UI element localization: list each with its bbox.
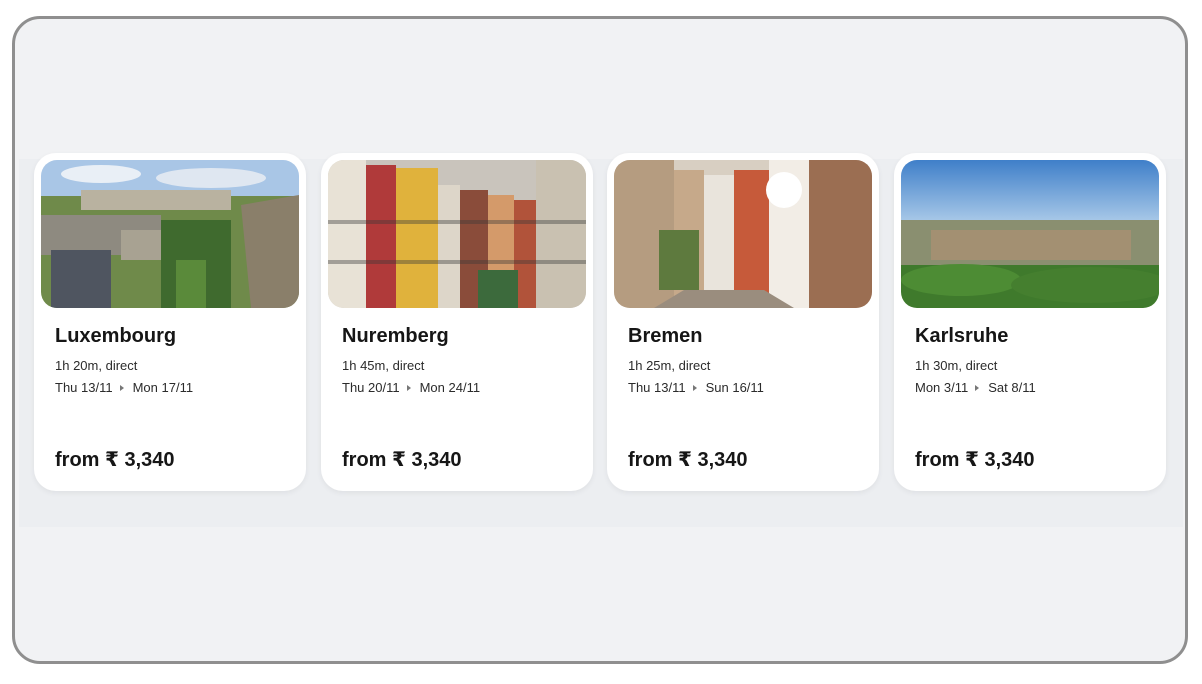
destination-photo	[328, 160, 586, 308]
arrow-right-icon	[975, 384, 980, 391]
price: from ₹ 3,340	[55, 449, 175, 471]
travel-dates: Thu 13/11 Mon 17/11	[55, 380, 193, 395]
price: from ₹ 3,340	[342, 449, 462, 471]
depart-date: Mon 3/11	[915, 380, 969, 395]
depart-date: Thu 20/11	[342, 380, 400, 395]
destination-city: Karlsruhe	[915, 325, 1009, 347]
arrow-right-icon	[692, 384, 697, 391]
destination-city: Bremen	[628, 325, 703, 347]
destination-city: Nuremberg	[342, 325, 449, 347]
destination-card-luxembourg[interactable]: Luxembourg 1h 20m, direct Thu 13/11 Mon …	[34, 153, 306, 491]
destination-card-karlsruhe[interactable]: Karlsruhe 1h 30m, direct Mon 3/11 Sat 8/…	[894, 153, 1166, 491]
return-date: Sat 8/11	[988, 380, 1036, 395]
travel-dates: Thu 13/11 Sun 16/11	[628, 380, 764, 395]
travel-dates: Thu 20/11 Mon 24/11	[342, 380, 480, 395]
flight-duration: 1h 25m, direct	[628, 358, 711, 373]
arrow-right-icon	[406, 384, 411, 391]
price: from ₹ 3,340	[915, 449, 1035, 471]
destination-photo	[614, 160, 872, 308]
price: from ₹ 3,340	[628, 449, 748, 471]
destination-card-nuremberg[interactable]: Nuremberg 1h 45m, direct Thu 20/11 Mon 2…	[321, 153, 593, 491]
destination-city: Luxembourg	[55, 325, 177, 347]
flight-duration: 1h 30m, direct	[915, 358, 998, 373]
depart-date: Thu 13/11	[55, 380, 113, 395]
return-date: Mon 17/11	[132, 380, 194, 395]
arrow-right-icon	[119, 384, 124, 391]
return-date: Mon 24/11	[419, 380, 481, 395]
depart-date: Thu 13/11	[628, 380, 686, 395]
destination-card-bremen[interactable]: Bremen 1h 25m, direct Thu 13/11 Sun 16/1…	[607, 153, 879, 491]
flight-duration: 1h 45m, direct	[342, 358, 425, 373]
destination-photo	[41, 160, 299, 308]
return-date: Sun 16/11	[705, 380, 764, 395]
destination-photo	[901, 160, 1159, 308]
flight-duration: 1h 20m, direct	[55, 358, 138, 373]
travel-dates: Mon 3/11 Sat 8/11	[915, 380, 1036, 395]
